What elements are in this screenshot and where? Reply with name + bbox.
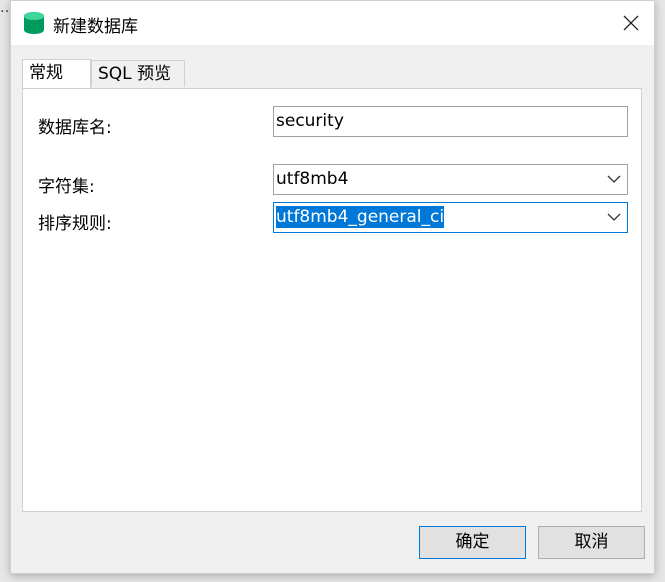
charset-value: utf8mb4 [276, 169, 349, 189]
close-button[interactable] [608, 1, 654, 45]
tab-general[interactable]: 常规 [22, 59, 91, 88]
tab-sql-preview[interactable]: SQL 预览 [91, 60, 185, 87]
general-panel: 数据库名: security 字符集: utf8mb4 排序规则: utf8mb… [22, 88, 642, 512]
collation-label: 排序规则: [38, 214, 112, 234]
ok-button[interactable]: 确定 [419, 526, 526, 559]
db-name-input[interactable]: security [273, 106, 628, 137]
db-name-value: security [276, 111, 344, 131]
chevron-down-icon [607, 175, 621, 183]
cancel-button[interactable]: 取消 [538, 526, 645, 559]
database-icon [24, 12, 44, 34]
new-database-dialog: 新建数据库 常规 SQL 预览 数据库名: security 字符集: utf8… [10, 0, 655, 574]
chevron-down-icon [607, 213, 621, 221]
charset-label: 字符集: [38, 177, 95, 197]
charset-select[interactable]: utf8mb4 [273, 164, 628, 195]
db-name-label: 数据库名: [38, 118, 112, 138]
title-bar: 新建数据库 [11, 1, 654, 45]
dialog-title: 新建数据库 [53, 17, 138, 37]
collation-select[interactable]: utf8mb4_general_ci [273, 202, 628, 233]
collation-value: utf8mb4_general_ci [276, 206, 445, 228]
close-icon [623, 15, 639, 31]
